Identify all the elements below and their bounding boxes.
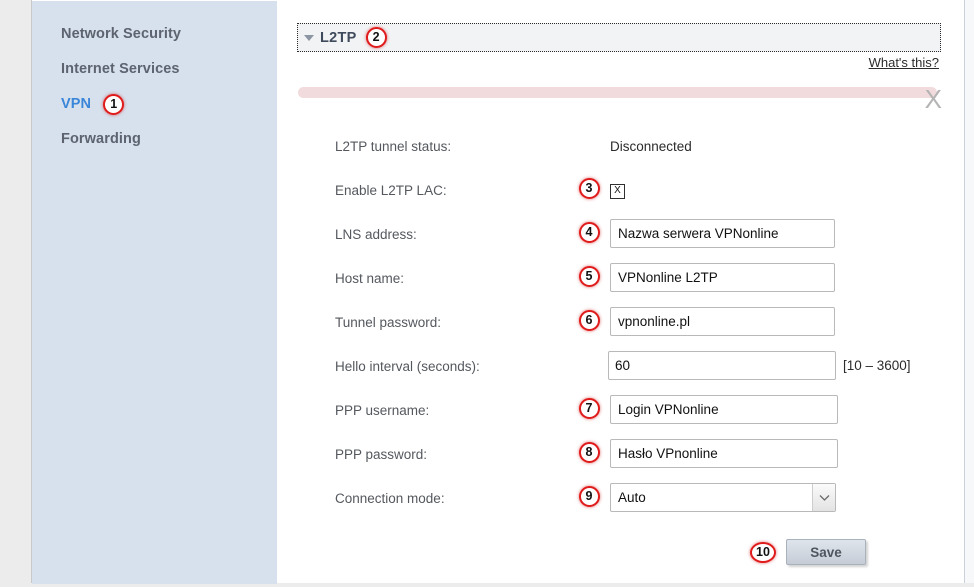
form-row-enable-lac: Enable L2TP LAC: 3 X [278,175,965,219]
tunnel-password-input[interactable] [610,307,835,336]
form-row-save: 10 Save [278,527,965,587]
annotation-badge-4: 4 [578,222,600,243]
lns-address-input[interactable] [610,219,835,248]
annotation-badge-9: 9 [578,486,600,507]
sidebar-item-label: VPN [61,96,92,112]
annotation-badge-6: 6 [578,310,600,331]
field-label: L2TP tunnel status: [335,139,452,154]
sidebar-item-label: Network Security [61,26,182,42]
annotation-badge-1: 1 [103,93,125,115]
annotation-badge-10: 10 [750,541,776,563]
router-admin-page: Network Security Internet Services VPN 1… [0,0,974,584]
sidebar-item-label: Internet Services [61,61,180,77]
annotation-badge-8: 8 [578,442,600,463]
form-row-tunnel-status: L2TP tunnel status: Disconnected [278,131,965,175]
field-label: PPP username: [335,403,430,418]
sidebar-item-forwarding[interactable]: Forwarding [32,122,277,157]
content-area: L2TP 2 What's this? X L2TP tunnel status… [278,0,965,583]
form-row-tunnel-password: Tunnel password: 6 [278,307,965,351]
section-header-l2tp[interactable]: L2TP 2 [297,23,941,52]
ppp-username-input[interactable] [610,395,838,424]
field-label: Connection mode: [335,491,445,506]
form-row-host-name: Host name: 5 [278,263,965,307]
l2tp-form: L2TP tunnel status: Disconnected Enable … [278,131,965,587]
sidebar-item-network-security[interactable]: Network Security [32,17,277,52]
sidebar-item-internet-services[interactable]: Internet Services [32,52,277,87]
triangle-down-icon [304,34,314,41]
field-label: Tunnel password: [335,315,442,330]
annotation-badge-5: 5 [578,266,600,287]
form-row-connection-mode: Connection mode: 9 [278,483,965,527]
close-icon[interactable]: X [925,86,942,112]
notification-bar [298,87,937,98]
scrollbar-strip[interactable] [964,0,974,583]
hello-interval-range-hint: [10 – 3600] [843,358,911,373]
form-row-lns-address: LNS address: 4 [278,219,965,263]
form-row-ppp-password: PPP password: 8 [278,439,965,483]
tunnel-status-value: Disconnected [610,139,692,154]
hello-interval-input[interactable] [608,351,836,380]
field-label: LNS address: [335,227,417,242]
sidebar-nav: Network Security Internet Services VPN 1… [32,1,277,157]
sidebar: Network Security Internet Services VPN 1… [32,0,277,584]
left-gutter [0,0,32,583]
save-button[interactable]: Save [786,539,866,565]
field-label: Enable L2TP LAC: [335,183,447,198]
connection-mode-select[interactable] [610,483,836,512]
field-label: Hello interval (seconds): [335,359,480,374]
enable-l2tp-lac-checkbox[interactable]: X [610,184,625,199]
form-row-hello-interval: Hello interval (seconds): [10 – 3600] [278,351,965,395]
host-name-input[interactable] [610,263,835,292]
whats-this-link[interactable]: What's this? [869,55,939,70]
section-title: L2TP [320,29,357,46]
form-row-ppp-username: PPP username: 7 [278,395,965,439]
annotation-badge-2: 2 [365,27,387,48]
sidebar-item-label: Forwarding [61,131,141,147]
field-label: Host name: [335,271,405,286]
annotation-badge-7: 7 [578,398,600,419]
annotation-badge-3: 3 [578,178,600,199]
sidebar-item-vpn[interactable]: VPN 1 [32,87,277,122]
ppp-password-input[interactable] [610,439,838,468]
field-label: PPP password: [335,447,428,462]
